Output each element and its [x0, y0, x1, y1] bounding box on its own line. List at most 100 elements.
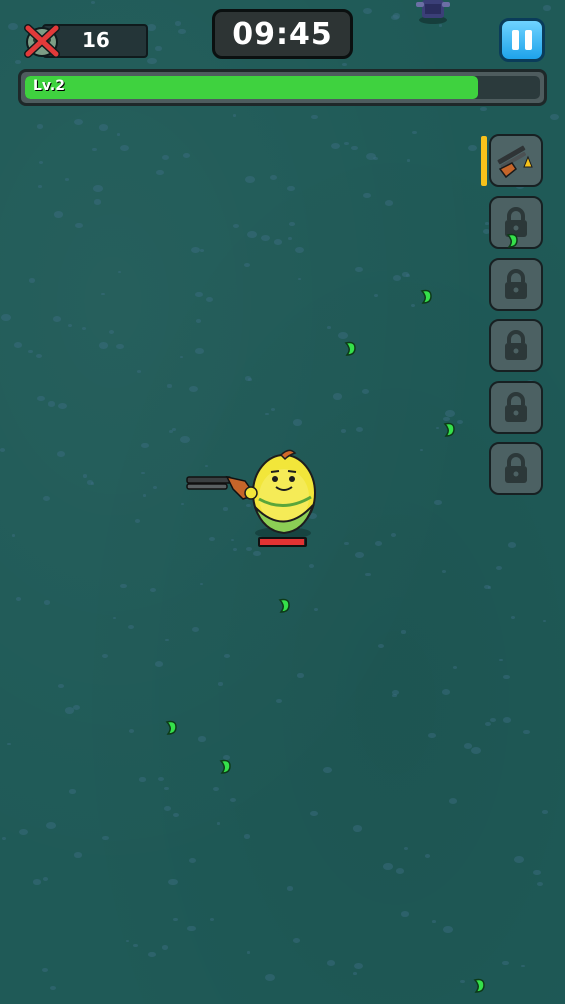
ground-pebble: [93, 185, 103, 192]
ground-pebble: [141, 442, 149, 448]
kill-count: 16: [82, 28, 110, 52]
ground-pebble: [199, 249, 204, 253]
player-health-fill: [260, 539, 304, 545]
ground-pebble: [392, 274, 402, 281]
ground-pebble: [502, 717, 512, 724]
ground-pebble: [489, 718, 496, 723]
ground-pebble: [58, 683, 64, 688]
ground-pebble: [448, 797, 458, 805]
ground-pebble: [154, 660, 164, 667]
ground-pebble: [271, 407, 276, 411]
ground-pebble: [286, 886, 293, 891]
ground-pebble: [198, 736, 207, 742]
xp-gem-icon: [473, 978, 485, 993]
ground-pebble: [43, 599, 51, 605]
ground-pebble: [93, 199, 102, 205]
ground-pebble: [391, 14, 399, 20]
lock-icon: [505, 452, 527, 483]
ground-pebble: [179, 355, 183, 358]
ground-pebble: [150, 588, 157, 593]
ground-pebble: [243, 262, 250, 268]
ground-pebble: [28, 278, 36, 283]
xp-track: [25, 76, 540, 99]
ground-pebble: [467, 144, 477, 152]
ground-pebble: [33, 879, 41, 885]
ground-pebble: [439, 24, 443, 27]
ground-pebble: [194, 291, 204, 298]
ground-pebble: [507, 542, 517, 549]
ground-pebble: [75, 222, 84, 229]
ground-pebble: [162, 155, 169, 161]
ground-pebble: [57, 451, 66, 457]
pause-button[interactable]: [499, 18, 545, 62]
xp-gem-icon: [344, 341, 356, 356]
ground-pebble: [191, 627, 199, 633]
ground-pebble: [374, 294, 379, 298]
ground-pebble: [270, 175, 278, 181]
ground-pebble: [400, 911, 409, 917]
ground-pebble: [167, 384, 172, 388]
xp-gem-icon: [506, 233, 518, 248]
ground-pebble: [294, 246, 305, 254]
ground-pebble: [341, 62, 347, 67]
ground-pebble: [356, 427, 364, 433]
skill-slot-locked-3[interactable]: [489, 319, 543, 372]
ground-pebble: [116, 133, 121, 136]
ground-pebble: [212, 786, 219, 791]
weapon-charge-fill: [481, 136, 487, 186]
ground-pebble: [443, 925, 454, 933]
ground-pebble: [39, 160, 44, 164]
ground-pebble: [353, 962, 364, 970]
ground-pebble: [101, 835, 109, 841]
level-label: Lv.2: [33, 78, 65, 94]
ground-pebble: [276, 699, 283, 704]
ground-pebble: [49, 985, 56, 990]
ground-pebble: [183, 152, 191, 158]
ground-pebble: [244, 376, 251, 381]
ground-pebble: [311, 114, 318, 120]
ground-pebble: [142, 494, 146, 497]
ground-pebble: [327, 326, 331, 329]
ground-pebble: [42, 876, 49, 881]
skill-slot-locked-5[interactable]: [489, 442, 543, 495]
ground-pebble: [119, 583, 127, 589]
ground-pebble: [480, 106, 487, 111]
ground-pebble: [37, 395, 46, 402]
ground-pebble: [308, 564, 315, 569]
ground-pebble: [180, 436, 190, 443]
ground-pebble: [157, 777, 164, 782]
ground-pebble: [425, 854, 431, 858]
skill-slot-locked-2[interactable]: [489, 258, 543, 311]
ground-pebble: [15, 60, 21, 64]
ground-pebble: [550, 114, 559, 121]
ground-pebble: [375, 540, 383, 546]
ground-pebble: [146, 57, 157, 65]
ground-pebble: [53, 211, 64, 218]
ground-pebble: [293, 938, 300, 944]
xp-gem-icon: [165, 720, 177, 735]
ground-pebble: [343, 141, 349, 146]
ground-pebble: [218, 682, 223, 686]
ground-pebble: [180, 502, 185, 506]
skill-slot-locked-4[interactable]: [489, 381, 543, 434]
ground-pebble: [35, 353, 42, 359]
ground-pebble: [391, 689, 399, 695]
ground-pebble: [46, 821, 56, 829]
ground-pebble: [406, 159, 411, 162]
shotgun-icon: [497, 145, 533, 178]
ground-pebble: [232, 114, 237, 117]
ground-pebble: [224, 654, 230, 659]
ground-pebble: [37, 185, 42, 188]
ground-pebble: [459, 979, 466, 984]
ground-pebble: [41, 967, 48, 973]
ground-pebble: [73, 705, 81, 711]
ground-pebble: [169, 430, 174, 433]
ground-pebble: [247, 231, 258, 239]
ground-pebble: [463, 743, 472, 750]
skill-slot-shotgun[interactable]: [489, 134, 543, 187]
ground-pebble: [82, 474, 88, 478]
ground-pebble: [514, 856, 525, 863]
ground-pebble: [533, 869, 541, 876]
ground-pebble: [134, 519, 140, 523]
ground-pebble: [485, 721, 492, 726]
